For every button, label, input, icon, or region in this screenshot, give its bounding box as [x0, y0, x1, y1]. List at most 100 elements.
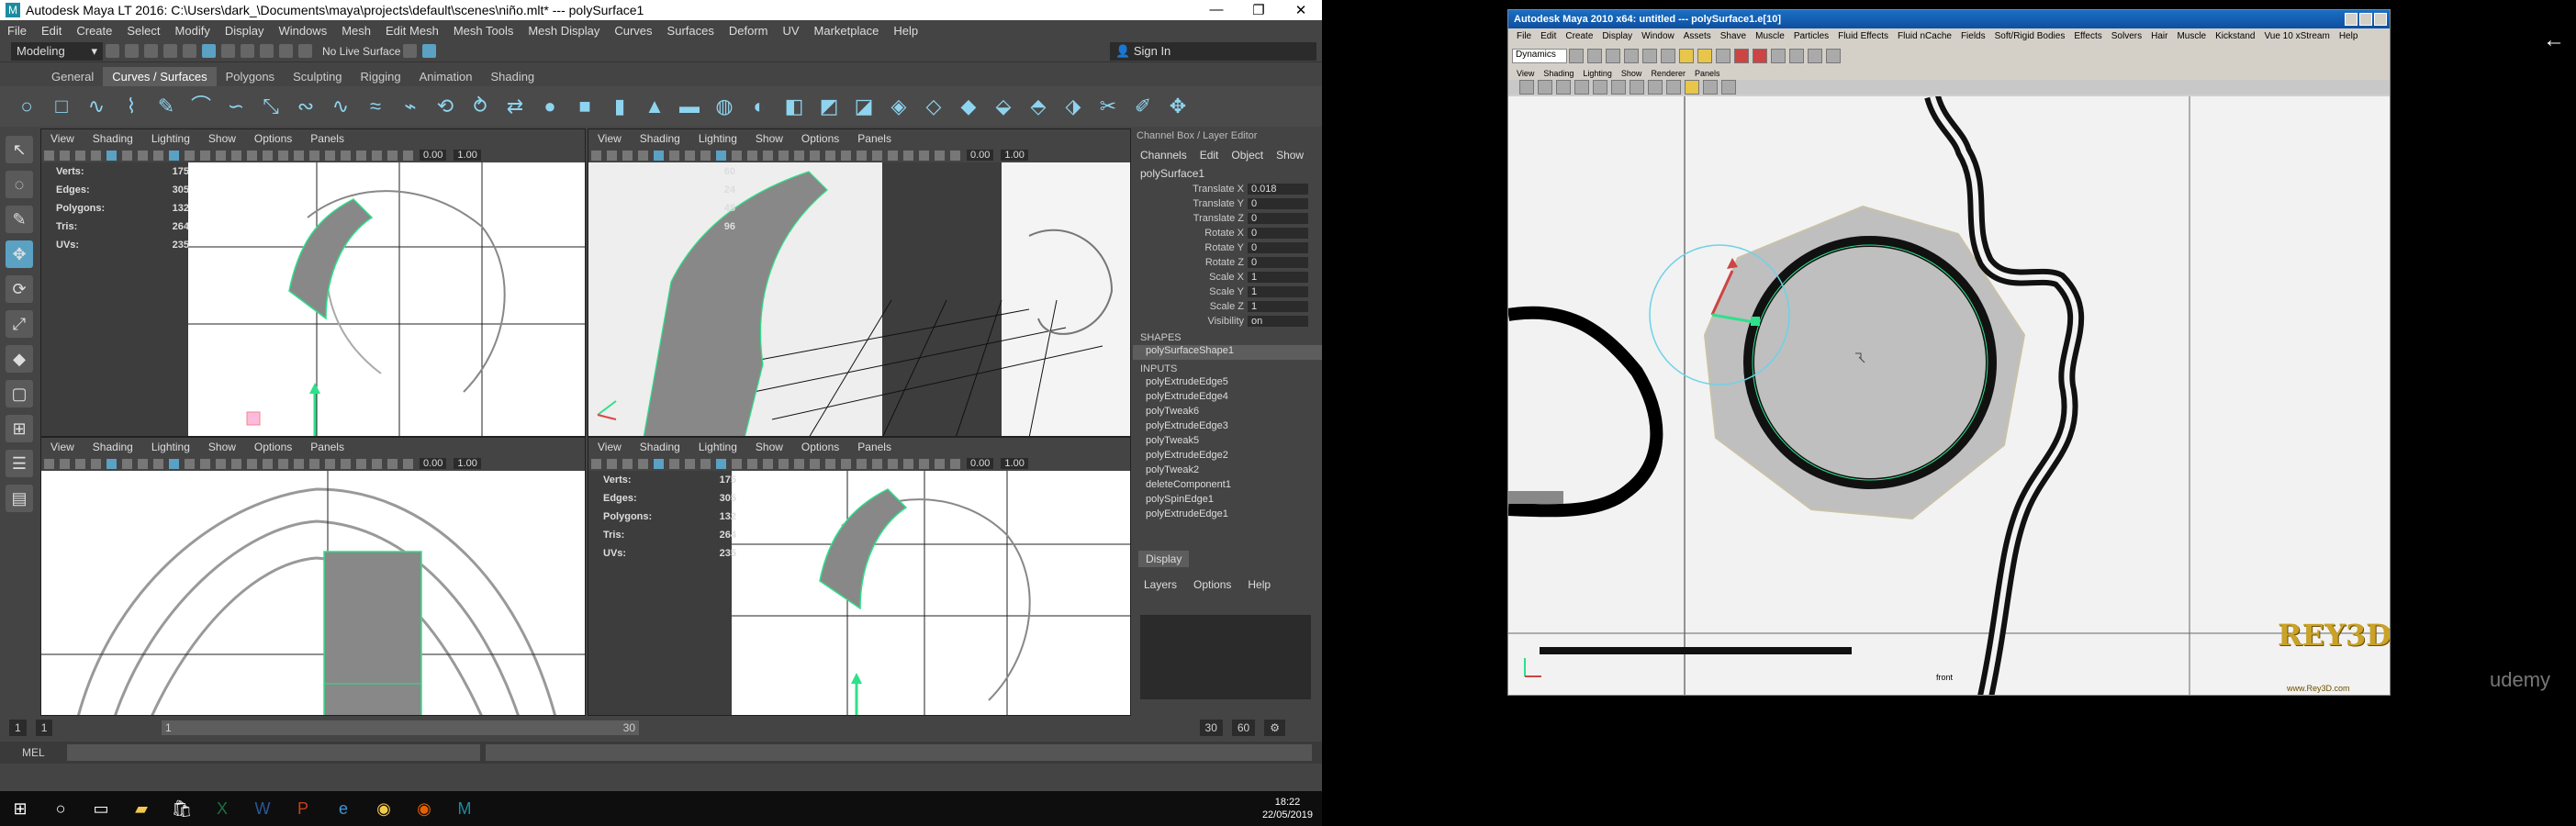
graph-layout-icon[interactable]: ▤	[6, 485, 33, 512]
word-icon[interactable]: W	[252, 798, 274, 820]
curve-edit-icon[interactable]: ⤡	[259, 95, 283, 118]
object-name[interactable]: polySurface1	[1133, 165, 1322, 182]
exposure-field[interactable]: 0.00	[967, 458, 994, 469]
vp-menu-shading[interactable]: Shading	[631, 441, 689, 453]
make-live-icon[interactable]	[298, 44, 312, 58]
project-curve-icon[interactable]: ⬗	[1061, 95, 1085, 118]
firefox-icon[interactable]: ◉	[413, 798, 435, 820]
attr-value[interactable]: 1	[1248, 286, 1308, 297]
attach-surface-icon[interactable]: ✥	[1166, 95, 1190, 118]
sculpt-icon[interactable]: ✐	[1131, 95, 1155, 118]
menu-create[interactable]: Create	[69, 24, 119, 38]
input-node[interactable]: polyExtrudeEdge1	[1133, 508, 1322, 523]
vp-menu-panels[interactable]: Panels	[848, 132, 901, 145]
render-icon[interactable]	[403, 44, 418, 58]
cube-icon[interactable]: ■	[573, 95, 597, 118]
move-tool-icon[interactable]: ✥	[6, 240, 33, 268]
vp-menu-lighting[interactable]: Lighting	[142, 441, 199, 453]
playback-prefs-icon[interactable]: ⚙	[1264, 720, 1285, 736]
extend-curve-icon[interactable]: ⌁	[398, 95, 422, 118]
boundary-icon[interactable]: ◇	[922, 95, 946, 118]
system-clock[interactable]: 18:22 22/05/2019	[1262, 796, 1313, 821]
attr-value[interactable]: 0	[1248, 213, 1308, 224]
front-view-canvas[interactable]	[188, 162, 585, 436]
cb-menu-edit[interactable]: Edit	[1200, 149, 1219, 162]
attr-scale-z[interactable]: Scale Z 1	[1133, 299, 1322, 314]
mel-input[interactable]	[66, 744, 480, 761]
input-node[interactable]: polyTweak6	[1133, 406, 1322, 420]
trim-tool-icon[interactable]: ✂	[1096, 95, 1120, 118]
attr-scale-x[interactable]: Scale X 1	[1133, 270, 1322, 285]
mel-label[interactable]: MEL	[0, 746, 67, 759]
snap-view-icon[interactable]	[279, 44, 293, 58]
new-scene-icon[interactable]	[106, 44, 119, 58]
file-explorer-icon[interactable]: ▰	[130, 798, 152, 820]
cb-menu-show[interactable]: Show	[1276, 149, 1304, 162]
attr-translate-x[interactable]: Translate X 0.018	[1133, 182, 1322, 196]
input-node[interactable]: polyTweak2	[1133, 464, 1322, 479]
menu-curves[interactable]: Curves	[607, 24, 659, 38]
menu-mesh-tools[interactable]: Mesh Tools	[446, 24, 521, 38]
vp-menu-show[interactable]: Show	[746, 441, 792, 453]
menu-mesh-display[interactable]: Mesh Display	[521, 24, 607, 38]
attr-value[interactable]: 0	[1248, 242, 1308, 253]
vp-menu-show[interactable]: Show	[746, 132, 792, 145]
menu-deform[interactable]: Deform	[722, 24, 776, 38]
side-view-canvas[interactable]	[732, 471, 1130, 715]
vp-menu-shading[interactable]: Shading	[631, 132, 689, 145]
input-node[interactable]: polyExtrudeEdge5	[1133, 376, 1322, 391]
viewport-bottom-left[interactable]: View Shading Lighting Show Options Panel…	[40, 437, 586, 716]
shelf-tab-polygons[interactable]: Polygons	[217, 67, 284, 86]
menu-uv[interactable]: UV	[775, 24, 806, 38]
vp-menu-panels[interactable]: Panels	[301, 132, 353, 145]
menu-edit-mesh[interactable]: Edit Mesh	[378, 24, 446, 38]
menu-modify[interactable]: Modify	[168, 24, 218, 38]
torus-icon[interactable]: ◍	[712, 95, 736, 118]
menu-marketplace[interactable]: Marketplace	[807, 24, 887, 38]
maximize-button[interactable]: ❐	[1238, 2, 1280, 18]
cylinder-icon[interactable]: ▮	[608, 95, 632, 118]
current-start-field[interactable]: 1	[35, 720, 53, 736]
layer-menu-options[interactable]: Options	[1193, 578, 1231, 591]
four-view-icon[interactable]: ⊞	[6, 415, 33, 442]
end-frame-field[interactable]: 30	[1199, 720, 1223, 736]
ipr-icon[interactable]	[422, 44, 437, 58]
vp-menu-lighting[interactable]: Lighting	[142, 132, 199, 145]
attr-scale-y[interactable]: Scale Y 1	[1133, 285, 1322, 299]
revolve-icon[interactable]: ◐	[747, 95, 771, 118]
select-tool-icon[interactable]: ↖	[6, 136, 33, 163]
viewport-top-right[interactable]: View Shading Lighting Show Options Panel…	[588, 128, 1131, 437]
menu-display[interactable]: Display	[218, 24, 272, 38]
open-scene-icon[interactable]	[125, 44, 139, 58]
gamma-field[interactable]: 1.00	[454, 150, 481, 161]
exposure-field[interactable]: 0.00	[967, 150, 994, 161]
menu-file[interactable]: File	[0, 24, 34, 38]
shelf-tab-shading[interactable]: Shading	[481, 67, 543, 86]
lasso-tool-icon[interactable]: ◌	[6, 171, 33, 198]
square-surface-icon[interactable]: ◆	[957, 95, 980, 118]
gamma-field[interactable]: 1.00	[1001, 150, 1028, 161]
close-button[interactable]: ✕	[1280, 2, 1322, 18]
extrude-icon[interactable]: ◪	[852, 95, 876, 118]
menu-edit[interactable]: Edit	[34, 24, 69, 38]
vp-menu-lighting[interactable]: Lighting	[689, 132, 746, 145]
vp-menu-panels[interactable]: Panels	[301, 441, 353, 453]
attr-visibility[interactable]: Visibility on	[1133, 314, 1322, 329]
single-view-icon[interactable]: ▢	[6, 380, 33, 407]
loft-icon[interactable]: ◧	[782, 95, 806, 118]
bezier-icon[interactable]: ∽	[224, 95, 248, 118]
attr-translate-y[interactable]: Translate Y 0	[1133, 196, 1322, 211]
start-frame-field[interactable]: 1	[9, 720, 27, 736]
attr-value[interactable]: 1	[1248, 301, 1308, 312]
layer-list[interactable]	[1140, 615, 1311, 699]
vp-menu-options[interactable]: Options	[792, 132, 848, 145]
shelf-tab-sculpting[interactable]: Sculpting	[284, 67, 351, 86]
range-bar[interactable]: 1 30	[162, 720, 639, 735]
input-node[interactable]: polyExtrudeEdge2	[1133, 450, 1322, 464]
vp-menu-shading[interactable]: Shading	[84, 441, 142, 453]
back-arrow-icon[interactable]: ←	[2541, 28, 2567, 53]
pencil-curve-icon[interactable]: ✎	[154, 95, 178, 118]
top-view-canvas[interactable]	[41, 471, 585, 715]
input-node[interactable]: polyTweak5	[1133, 435, 1322, 450]
reverse-curve-icon[interactable]: ⇄	[503, 95, 527, 118]
